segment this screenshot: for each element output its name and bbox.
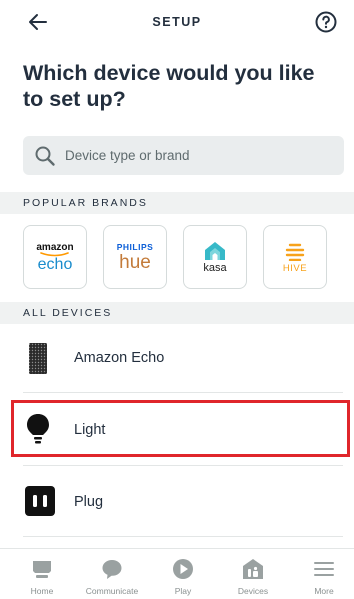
setup-question-heading: Which device would you like to set up? xyxy=(23,61,315,111)
brand-kasa[interactable]: kasa xyxy=(183,225,247,289)
divider xyxy=(23,536,343,537)
search-placeholder: Device type or brand xyxy=(65,148,190,163)
all-devices-header: ALL DEVICES xyxy=(0,302,354,324)
tab-play[interactable]: Play xyxy=(148,549,218,599)
hue-brand-text: hue xyxy=(119,252,151,273)
bottom-tab-bar: Home Communicate Play Devices More xyxy=(0,548,354,599)
divider xyxy=(23,465,343,466)
search-icon xyxy=(34,145,56,167)
echo-speaker-icon xyxy=(25,343,51,374)
page-title: SETUP xyxy=(152,15,202,29)
brand-amazon-echo[interactable]: amazon echo xyxy=(23,225,87,289)
tab-label: Communicate xyxy=(85,586,139,596)
help-circle-icon[interactable] xyxy=(314,10,338,34)
tab-more[interactable]: More xyxy=(289,549,354,599)
tab-devices[interactable]: Devices xyxy=(218,549,288,599)
echo-brand-text: echo xyxy=(37,255,73,273)
tab-label: Devices xyxy=(237,586,269,596)
popular-brands-label: POPULAR BRANDS xyxy=(23,197,148,209)
device-label: Plug xyxy=(74,494,104,510)
top-bar: SETUP xyxy=(0,0,354,44)
home-icon xyxy=(31,558,53,580)
brand-hive[interactable]: HIVE xyxy=(263,225,327,289)
device-item-plug[interactable]: Plug xyxy=(0,469,354,535)
selection-highlight xyxy=(11,400,350,457)
tab-label: Play xyxy=(174,586,192,596)
hive-logo-icon xyxy=(285,243,305,261)
devices-house-icon xyxy=(242,558,264,580)
brand-philips-hue[interactable]: PHILIPS hue xyxy=(103,225,167,289)
philips-brand-text: PHILIPS xyxy=(116,242,154,252)
tab-label: More xyxy=(314,586,334,596)
device-label: Amazon Echo xyxy=(74,350,165,366)
kasa-brand-text: kasa xyxy=(203,261,227,274)
all-devices-label: ALL DEVICES xyxy=(23,307,113,319)
chat-bubble-icon xyxy=(101,558,123,580)
hive-brand-text: HIVE xyxy=(282,262,308,274)
smart-plug-icon xyxy=(25,486,55,516)
kasa-logo-icon xyxy=(205,241,225,260)
divider xyxy=(23,392,343,393)
device-item-amazon-echo[interactable]: Amazon Echo xyxy=(0,326,354,392)
play-icon xyxy=(172,558,194,580)
tab-label: Home xyxy=(30,586,54,596)
tab-home[interactable]: Home xyxy=(7,549,77,599)
tab-communicate[interactable]: Communicate xyxy=(77,549,147,599)
search-input[interactable]: Device type or brand xyxy=(23,136,344,175)
popular-brands-header: POPULAR BRANDS xyxy=(0,192,354,214)
menu-icon xyxy=(313,558,335,580)
